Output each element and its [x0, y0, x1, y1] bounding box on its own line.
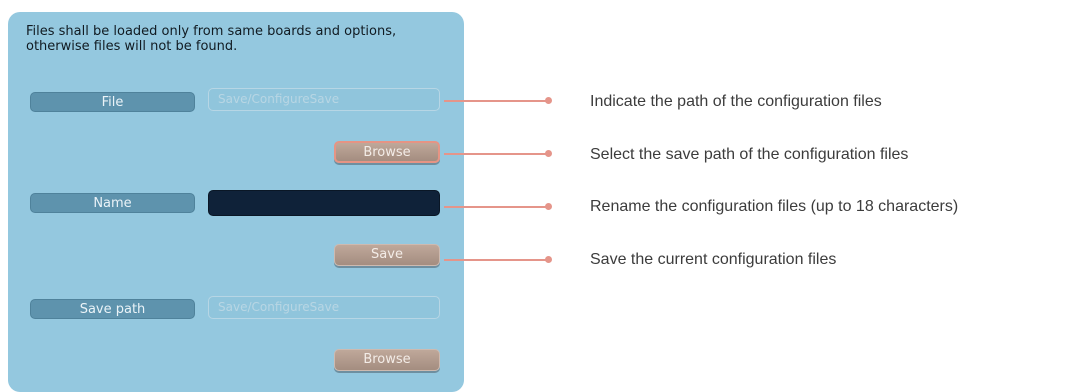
save-path-label: Save path: [30, 299, 195, 319]
annotation-save: Save the current configuration files: [590, 251, 837, 268]
name-label: Name: [30, 193, 195, 213]
callout-dot-browse: [545, 150, 552, 157]
file-path-input[interactable]: Save/ConfigureSave: [208, 88, 440, 111]
callout-dot-name: [545, 203, 552, 210]
callout-line-browse: [444, 153, 550, 155]
save-button[interactable]: Save: [334, 244, 440, 266]
callout-line-save: [444, 259, 550, 261]
load-notice: Files shall be loaded only from same boa…: [26, 24, 397, 54]
annotation-name: Rename the configuration files (up to 18…: [590, 198, 959, 215]
callout-line-file-path: [444, 100, 550, 102]
browse-save-path-button[interactable]: Browse: [334, 349, 440, 371]
browse-file-button[interactable]: Browse: [334, 141, 440, 163]
file-label: File: [30, 92, 195, 112]
callout-dot-file-path: [545, 97, 552, 104]
save-path-input[interactable]: Save/ConfigureSave: [208, 296, 440, 319]
annotation-file-path: Indicate the path of the configuration f…: [590, 93, 882, 110]
name-input[interactable]: [208, 190, 440, 216]
callout-dot-save: [545, 256, 552, 263]
callout-line-name: [444, 206, 550, 208]
annotation-browse: Select the save path of the configuratio…: [590, 146, 909, 163]
